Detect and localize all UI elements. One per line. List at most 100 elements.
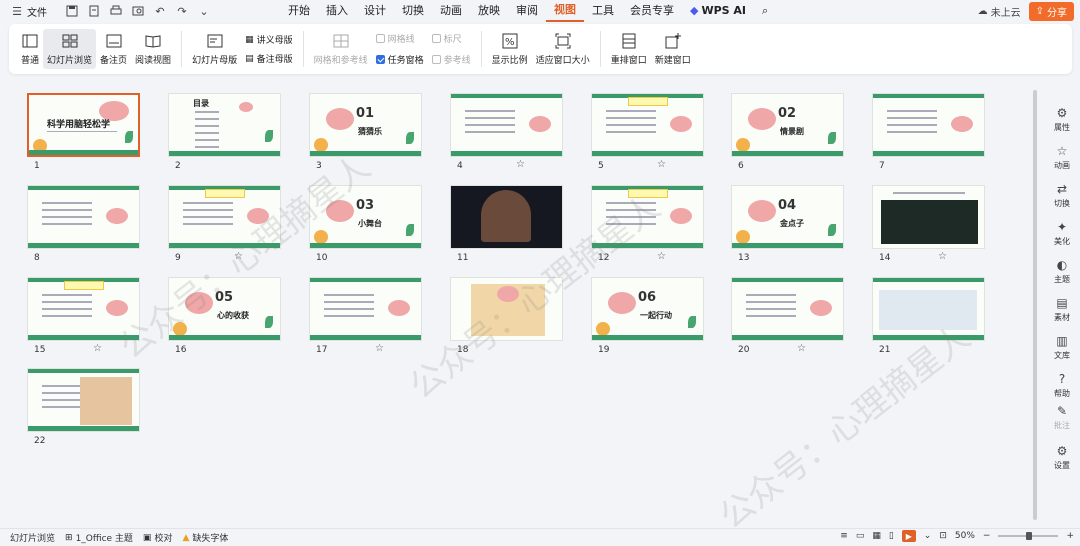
animation-star-icon[interactable]: ☆ bbox=[657, 251, 666, 262]
slide-thumbnail[interactable] bbox=[27, 185, 140, 249]
zoom-in-button[interactable]: + bbox=[1066, 531, 1074, 541]
zoom-value[interactable]: 50% bbox=[955, 531, 975, 541]
slide-thumbnail[interactable] bbox=[168, 185, 281, 249]
tab-wps-ai[interactable]: ◆ WPS AI bbox=[682, 0, 754, 22]
right-panel-comment[interactable]: ✎ 批注 bbox=[1044, 404, 1080, 431]
tab-slideshow[interactable]: 放映 bbox=[470, 0, 508, 22]
tab-tools[interactable]: 工具 bbox=[584, 0, 622, 22]
animation-star-icon[interactable]: ☆ bbox=[93, 343, 102, 354]
export-icon[interactable] bbox=[87, 4, 101, 18]
slide-thumbnail[interactable] bbox=[872, 185, 985, 249]
normal-view-button[interactable]: 普通 bbox=[17, 29, 43, 69]
tab-design[interactable]: 设计 bbox=[356, 0, 394, 22]
book-icon bbox=[145, 34, 161, 48]
right-panel-sliders[interactable]: ⚙ 属性 bbox=[1044, 106, 1080, 133]
fit-icon[interactable]: ⊡ bbox=[939, 531, 947, 541]
undo-icon[interactable]: ↶ bbox=[153, 4, 167, 18]
right-panel-magic[interactable]: ✦ 美化 bbox=[1044, 220, 1080, 247]
vertical-scrollbar[interactable] bbox=[1032, 86, 1038, 526]
save-icon[interactable] bbox=[65, 4, 79, 18]
section-title: 金点子 bbox=[780, 219, 804, 228]
right-panel-theme[interactable]: ◐ 主题 bbox=[1044, 258, 1080, 285]
guides-checkbox[interactable]: 参考线 bbox=[431, 53, 471, 66]
slide-thumbnail[interactable]: 05 心的收获 bbox=[168, 277, 281, 341]
display-ratio-button[interactable]: % 显示比例 bbox=[488, 29, 532, 69]
animation-star-icon[interactable]: ☆ bbox=[797, 343, 806, 354]
task-pane-checkbox[interactable]: 任务窗格 bbox=[375, 53, 424, 66]
animation-star-icon[interactable]: ☆ bbox=[938, 251, 947, 262]
right-panel-settings[interactable]: ⚙ 设置 bbox=[1044, 444, 1080, 471]
chevron-down-icon[interactable]: ⌄ bbox=[924, 531, 932, 541]
reading-view-status-icon[interactable]: ▯ bbox=[889, 531, 894, 541]
tab-transition[interactable]: 切换 bbox=[394, 0, 432, 22]
slide-master-button[interactable]: 幻灯片母版 bbox=[188, 29, 241, 69]
right-panel-help[interactable]: ? 帮助 bbox=[1044, 372, 1080, 399]
file-menu[interactable]: ☰ 文件 bbox=[10, 4, 47, 19]
notes-page-button[interactable]: 备注页 bbox=[96, 29, 131, 69]
tab-review[interactable]: 审阅 bbox=[508, 0, 546, 22]
right-panel-library[interactable]: ▥ 文库 bbox=[1044, 334, 1080, 361]
slide-thumbnail[interactable] bbox=[591, 93, 704, 157]
arrange-window-button[interactable]: 重排窗口 bbox=[607, 29, 651, 69]
fit-window-button[interactable]: 适应窗口大小 bbox=[532, 29, 594, 69]
slide-thumbnail[interactable] bbox=[872, 277, 985, 341]
print-icon[interactable] bbox=[109, 4, 123, 18]
animation-star-icon[interactable]: ☆ bbox=[234, 251, 243, 262]
star-icon: ☆ bbox=[1056, 144, 1068, 158]
slide-thumbnail[interactable]: 科学用脑轻松学 bbox=[27, 93, 140, 157]
slide-thumbnail[interactable]: 03 小舞台 bbox=[309, 185, 422, 249]
slide-thumbnail[interactable] bbox=[591, 185, 704, 249]
right-panel-star[interactable]: ☆ 动画 bbox=[1044, 144, 1080, 171]
slide-thumbnail[interactable] bbox=[450, 93, 563, 157]
new-window-button[interactable]: 新建窗口 bbox=[651, 29, 695, 69]
right-panel-material[interactable]: ▤ 素材 bbox=[1044, 296, 1080, 323]
slide-text-line bbox=[42, 209, 92, 211]
play-slideshow-button[interactable]: ▶ bbox=[901, 530, 916, 542]
zoom-out-button[interactable]: − bbox=[983, 531, 991, 541]
slide-thumbnail[interactable] bbox=[309, 277, 422, 341]
chevron-down-icon[interactable]: ⌄ bbox=[197, 4, 211, 18]
slide-thumbnail[interactable] bbox=[27, 277, 140, 341]
tab-insert[interactable]: 插入 bbox=[318, 0, 356, 22]
redo-icon[interactable]: ↷ bbox=[175, 4, 189, 18]
cloud-status[interactable]: ☁ 未上云 bbox=[978, 4, 1021, 19]
slide-thumbnail[interactable] bbox=[27, 368, 140, 432]
normal-view-status-icon[interactable]: ▭ bbox=[856, 531, 865, 541]
slide-thumbnail[interactable] bbox=[731, 277, 844, 341]
slide-thumbnail[interactable]: 02 情景剧 bbox=[731, 93, 844, 157]
animation-star-icon[interactable]: ☆ bbox=[375, 343, 384, 354]
tab-start[interactable]: 开始 bbox=[280, 0, 318, 22]
slide-browse-button[interactable]: 幻灯片浏览 bbox=[43, 29, 97, 69]
slide-text-line bbox=[887, 131, 937, 133]
tab-animation[interactable]: 动画 bbox=[432, 0, 470, 22]
gridlines-checkbox[interactable]: 网格线 bbox=[375, 32, 415, 45]
handout-master-button[interactable]: ▦ 讲义母版 bbox=[245, 33, 293, 47]
slide-thumbnail[interactable]: 06 一起行动 bbox=[591, 277, 704, 341]
animation-star-icon[interactable]: ☆ bbox=[516, 159, 525, 170]
share-button[interactable]: ⇪ 分享 bbox=[1028, 2, 1074, 21]
scrollbar-thumb[interactable] bbox=[1033, 90, 1037, 520]
slide-thumbnail[interactable]: 目录 bbox=[168, 93, 281, 157]
print-preview-icon[interactable] bbox=[131, 4, 145, 18]
slide-thumbnail[interactable] bbox=[450, 185, 563, 249]
grid-guides-button[interactable]: 网格和参考线 bbox=[310, 29, 372, 69]
search-button[interactable]: ⌕ bbox=[754, 0, 776, 22]
tab-view[interactable]: 视图 bbox=[546, 0, 584, 22]
slide-thumbnail[interactable]: 01 猜猜乐 bbox=[309, 93, 422, 157]
tab-member[interactable]: 会员专享 bbox=[622, 0, 682, 22]
notes-master-button[interactable]: ▤ 备注母版 bbox=[245, 52, 293, 66]
proof-button[interactable]: ▣ 校对 bbox=[143, 531, 173, 545]
zoom-slider[interactable] bbox=[998, 532, 1059, 540]
theme-status[interactable]: ⊞ 1_Office 主题 bbox=[65, 531, 133, 545]
zoom-slider-knob[interactable] bbox=[1026, 532, 1033, 540]
missing-font-button[interactable]: ▲ 缺失字体 bbox=[182, 531, 228, 545]
sorter-view-status-icon[interactable]: ▦ bbox=[872, 531, 881, 541]
slide-thumbnail[interactable] bbox=[450, 277, 563, 341]
ruler-checkbox[interactable]: 标尺 bbox=[431, 32, 462, 45]
comment-status-icon[interactable]: ≡ bbox=[840, 531, 848, 541]
slide-thumbnail[interactable] bbox=[872, 93, 985, 157]
reading-view-button[interactable]: 阅读视图 bbox=[131, 29, 175, 69]
slide-thumbnail[interactable]: 04 金点子 bbox=[731, 185, 844, 249]
right-panel-switch[interactable]: ⇄ 切换 bbox=[1044, 182, 1080, 209]
animation-star-icon[interactable]: ☆ bbox=[657, 159, 666, 170]
